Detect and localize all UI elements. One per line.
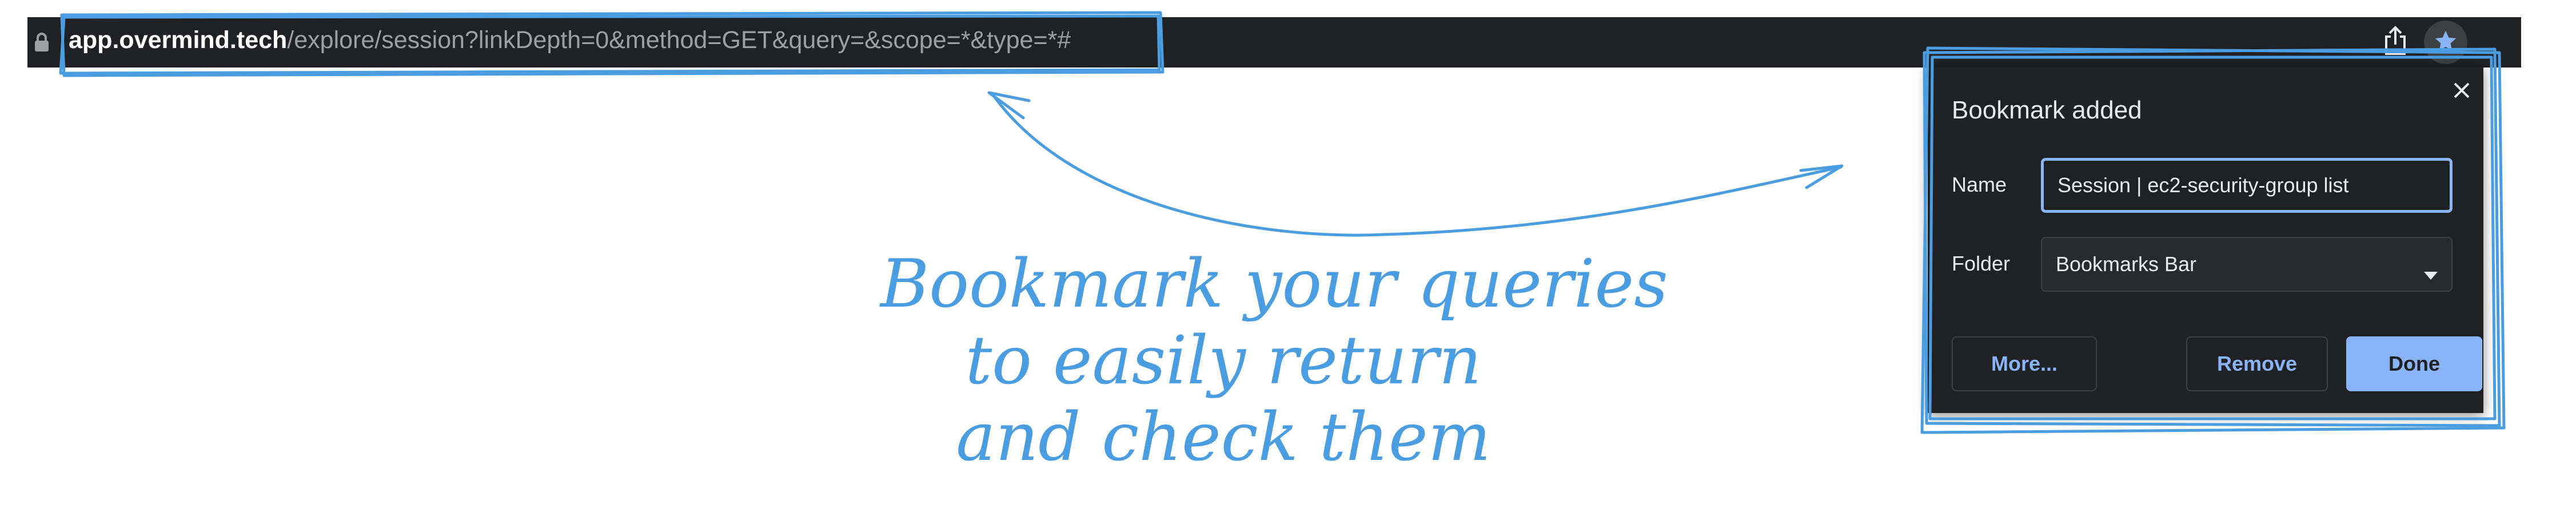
annotation-note: Bookmark your queries to easily return a… (880, 245, 1668, 476)
annotation-line: Bookmark your queries (880, 245, 1668, 323)
dialog-highlight-box (1920, 46, 2506, 434)
url-highlight-box (60, 11, 1165, 77)
arrow-head-right (1799, 164, 1844, 189)
curved-arrow (993, 96, 1843, 237)
annotation-line: and check them (956, 399, 1491, 476)
annotation-line: to easily return (965, 322, 1482, 399)
